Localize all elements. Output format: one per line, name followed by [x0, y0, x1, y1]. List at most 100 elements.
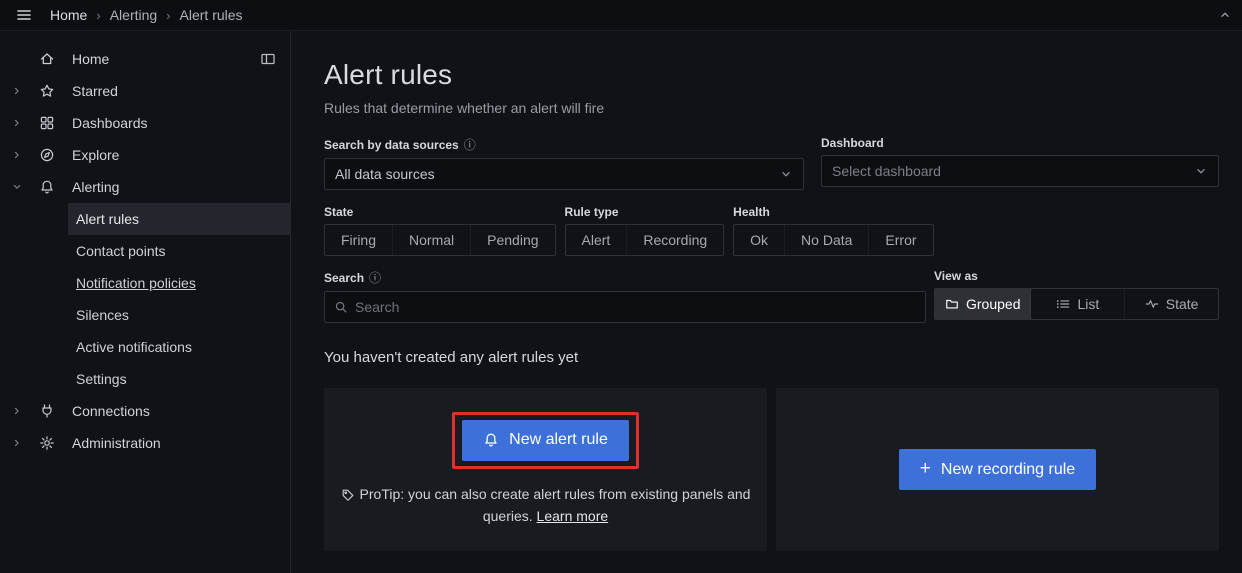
viewas-option-grouped[interactable]: Grouped	[935, 289, 1031, 319]
option-label: State	[1166, 296, 1199, 312]
chevron-right-icon[interactable]	[0, 437, 34, 449]
option-label: List	[1077, 296, 1099, 312]
new-alert-rule-button[interactable]: New alert rule	[462, 420, 629, 461]
new-recording-rule-button[interactable]: + New recording rule	[899, 449, 1096, 490]
sidebar-item-label: Active notifications	[76, 339, 192, 355]
sidebar-item-label: Starred	[72, 83, 118, 99]
sidebar-item-settings[interactable]: Settings	[68, 363, 290, 395]
new-recording-rule-panel: + New recording rule	[776, 388, 1219, 551]
folder-icon	[945, 297, 959, 311]
breadcrumb: Home › Alerting › Alert rules	[50, 7, 243, 23]
health-radio-group: Ok No Data Error	[733, 224, 933, 256]
chevron-right-icon[interactable]	[0, 405, 34, 417]
sidebar-item-label: Contact points	[76, 243, 166, 259]
sidebar-item-label: Settings	[76, 371, 127, 387]
label-text: Dashboard	[821, 136, 884, 150]
new-alert-rule-panel: New alert rule ProTip: you can also crea…	[324, 388, 767, 551]
state-option-normal[interactable]: Normal	[393, 225, 471, 255]
chevron-right-icon[interactable]	[0, 149, 34, 161]
breadcrumb-separator: ›	[96, 8, 100, 23]
viewas-option-list[interactable]: List	[1031, 289, 1125, 319]
caret-up-icon[interactable]	[1218, 8, 1232, 22]
page-title: Alert rules	[324, 59, 1219, 91]
empty-state-message: You haven't created any alert rules yet	[324, 349, 1219, 366]
search-filter-label: Search ⓘ	[324, 269, 926, 286]
dashboards-grid-icon	[34, 115, 60, 131]
bell-icon	[483, 432, 499, 448]
menu-toggle-icon[interactable]	[10, 3, 38, 27]
protip-text: ProTip: you can also create alert rules …	[330, 484, 762, 527]
nav-sidebar: Home Starred	[0, 31, 291, 573]
sidebar-item-label: Connections	[72, 403, 150, 419]
sidebar-item-administration[interactable]: Administration	[0, 427, 290, 459]
sidebar-item-silences[interactable]: Silences	[68, 299, 290, 331]
sidebar-item-label: Dashboards	[72, 115, 148, 131]
state-option-firing[interactable]: Firing	[325, 225, 393, 255]
dashboard-select[interactable]: Select dashboard	[821, 155, 1219, 187]
breadcrumb-home[interactable]: Home	[50, 7, 87, 23]
state-radio-group: Firing Normal Pending	[324, 224, 556, 256]
viewas-radio-group: Grouped List State	[934, 288, 1219, 320]
ruletype-option-recording[interactable]: Recording	[627, 225, 723, 255]
empty-state-panels: New alert rule ProTip: you can also crea…	[324, 388, 1219, 551]
sidebar-item-label: Home	[72, 51, 109, 67]
state-option-pending[interactable]: Pending	[471, 225, 554, 255]
sidebar-item-connections[interactable]: Connections	[0, 395, 290, 427]
sidebar-item-dashboards[interactable]: Dashboards	[0, 107, 290, 139]
chevron-right-icon[interactable]	[0, 117, 34, 129]
filter-row-selects: Search by data sources ⓘ All data source…	[324, 136, 1219, 190]
gear-icon	[34, 435, 60, 451]
page-subtitle: Rules that determine whether an alert wi…	[324, 100, 1219, 116]
search-icon	[334, 300, 348, 314]
button-label: New alert rule	[509, 431, 608, 449]
datasource-filter-label: Search by data sources ⓘ	[324, 136, 804, 153]
health-option-nodata[interactable]: No Data	[785, 225, 869, 255]
search-box	[324, 291, 926, 323]
list-icon	[1056, 297, 1070, 311]
chevron-right-icon[interactable]	[0, 85, 34, 97]
ruletype-option-alert[interactable]: Alert	[566, 225, 628, 255]
sidebar-item-label: Notification policies	[76, 275, 196, 291]
info-icon: ⓘ	[369, 269, 381, 286]
ruletype-radio-group: Alert Recording	[565, 224, 725, 256]
sidebar-item-active-notifications[interactable]: Active notifications	[68, 331, 290, 363]
plus-icon: +	[920, 459, 931, 478]
sidebar-item-alerting[interactable]: Alerting	[0, 171, 290, 203]
sidebar-item-explore[interactable]: Explore	[0, 139, 290, 171]
health-option-error[interactable]: Error	[869, 225, 932, 255]
chevron-down-icon[interactable]	[0, 181, 34, 193]
pulse-icon	[1145, 297, 1159, 311]
chevron-down-icon	[1194, 164, 1208, 178]
sidebar-item-home[interactable]: Home	[0, 43, 290, 75]
learn-more-link[interactable]: Learn more	[537, 508, 609, 524]
viewas-option-state[interactable]: State	[1125, 289, 1218, 319]
dock-menu-icon[interactable]	[260, 51, 276, 67]
label-text: Search	[324, 271, 364, 285]
search-input[interactable]	[355, 299, 916, 315]
sidebar-item-contact-points[interactable]: Contact points	[68, 235, 290, 267]
tag-icon	[341, 488, 355, 502]
top-bar: Home › Alerting › Alert rules	[0, 0, 1242, 31]
dashboard-select-placeholder: Select dashboard	[832, 163, 1194, 179]
sidebar-item-label: Alert rules	[76, 211, 139, 227]
info-icon: ⓘ	[464, 136, 476, 153]
annotation-highlight-box: New alert rule	[452, 412, 639, 469]
sidebar-item-notification-policies[interactable]: Notification policies	[68, 267, 290, 299]
filter-row-search: Search ⓘ View as	[324, 269, 1219, 323]
datasource-select[interactable]: All data sources	[324, 158, 804, 190]
option-label: Grouped	[966, 296, 1020, 312]
datasource-select-value: All data sources	[335, 166, 779, 182]
dashboard-filter-label: Dashboard	[821, 136, 1219, 150]
ruletype-filter-label: Rule type	[565, 205, 725, 219]
compass-icon	[34, 147, 60, 163]
chevron-down-icon	[779, 167, 793, 181]
health-option-ok[interactable]: Ok	[734, 225, 785, 255]
star-icon	[34, 83, 60, 99]
breadcrumb-alerting[interactable]: Alerting	[110, 7, 157, 23]
grafana-app: Home › Alerting › Alert rules Home	[0, 0, 1242, 573]
breadcrumb-alert-rules[interactable]: Alert rules	[180, 7, 243, 23]
main-content: Alert rules Rules that determine whether…	[291, 31, 1242, 573]
sidebar-item-alert-rules[interactable]: Alert rules	[68, 203, 290, 235]
sidebar-item-starred[interactable]: Starred	[0, 75, 290, 107]
state-filter-label: State	[324, 205, 556, 219]
